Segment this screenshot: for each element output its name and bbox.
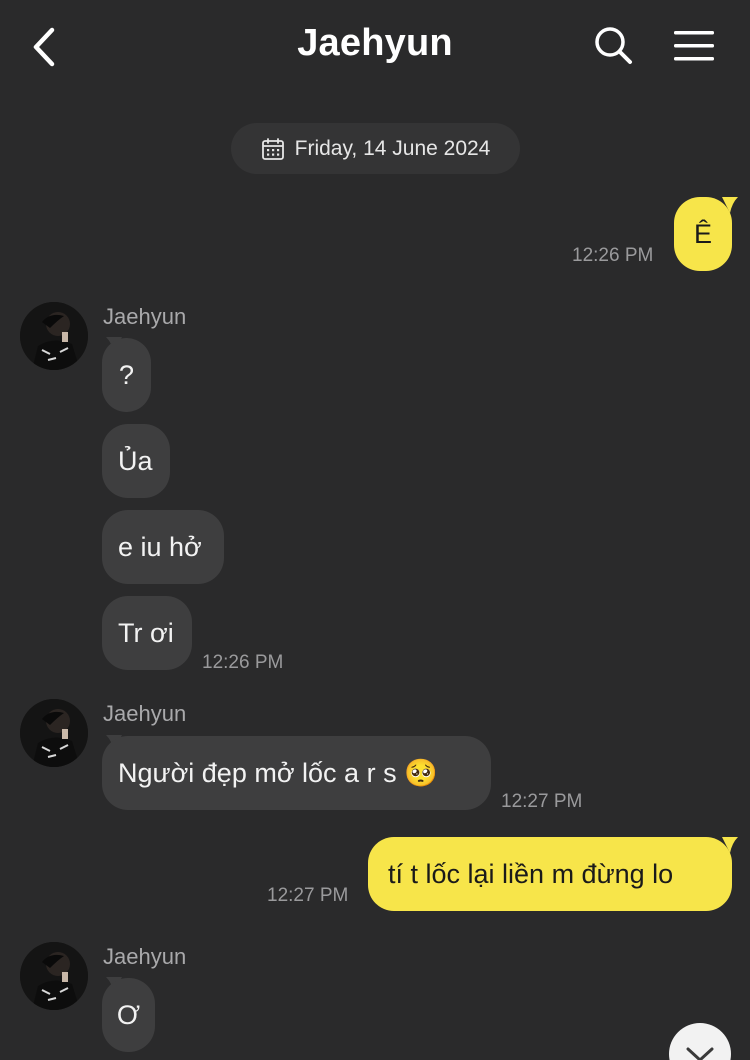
avatar[interactable] — [20, 942, 88, 1010]
avatar[interactable] — [20, 699, 88, 767]
incoming-message-bubble[interactable]: Tr ơi — [102, 596, 192, 670]
incoming-message-bubble[interactable]: e iu hở — [102, 510, 224, 584]
sender-name: Jaehyun — [103, 304, 187, 329]
message-time: 12:27 PM — [267, 885, 349, 906]
menu-button[interactable] — [672, 28, 716, 64]
chat-header: Jaehyun — [0, 0, 750, 92]
hamburger-menu-icon — [674, 31, 714, 61]
avatar-image — [20, 942, 88, 1010]
bubble-tail — [722, 837, 738, 853]
message-text: ? — [118, 360, 135, 390]
chat-title: Jaehyun — [297, 22, 453, 64]
incoming-message-bubble[interactable]: Ủa — [102, 424, 170, 498]
incoming-message-bubble[interactable]: Người đẹp mở lốc a r s 🥺 — [102, 736, 491, 810]
calendar-icon — [261, 137, 284, 160]
message-time: 12:26 PM — [202, 652, 284, 673]
bubble-tail — [722, 197, 738, 213]
incoming-message-bubble[interactable]: ? — [102, 338, 151, 412]
avatar-image — [20, 699, 88, 767]
avatar[interactable] — [20, 302, 88, 370]
sender-name: Jaehyun — [103, 944, 187, 969]
avatar-image — [20, 302, 88, 370]
message-text: Người đẹp mở lốc a r s 🥺 — [118, 758, 438, 788]
outgoing-message-bubble[interactable]: tí t lốc lại liền m đừng lo — [368, 837, 732, 911]
message-text: Ơ — [116, 1000, 141, 1030]
date-divider: Friday, 14 June 2024 — [231, 123, 520, 174]
incoming-message-bubble[interactable]: Ơ — [102, 978, 155, 1052]
chat-screen: Jaehyun Friday, 14 June 2024 12:26 PM Ê … — [0, 0, 750, 1060]
sender-name: Jaehyun — [103, 701, 187, 726]
message-text: tí t lốc lại liền m đừng lo — [388, 859, 674, 889]
message-text: Ê — [693, 219, 712, 249]
message-text: Ủa — [118, 446, 153, 476]
chevron-down-icon — [686, 1047, 714, 1060]
message-text: e iu hở — [118, 532, 202, 562]
search-icon — [595, 27, 632, 64]
message-time: 12:26 PM — [572, 245, 654, 266]
message-text: Tr ơi — [118, 618, 174, 648]
message-time: 12:27 PM — [501, 791, 583, 812]
search-button[interactable] — [592, 24, 636, 68]
scroll-to-bottom-button[interactable] — [669, 1023, 731, 1060]
date-label: Friday, 14 June 2024 — [294, 136, 491, 160]
